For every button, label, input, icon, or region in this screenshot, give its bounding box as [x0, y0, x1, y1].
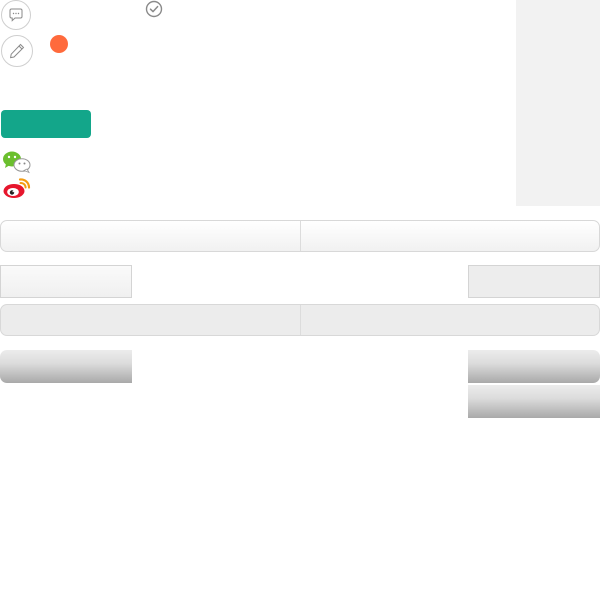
- speech-bubble-icon: [8, 7, 24, 23]
- side-panel: [516, 0, 600, 206]
- wechat-icon[interactable]: [2, 150, 32, 174]
- edit-button[interactable]: [1, 35, 33, 67]
- segment-right[interactable]: [299, 221, 600, 251]
- primary-action-button[interactable]: [1, 110, 91, 138]
- left-option-box[interactable]: [0, 265, 132, 298]
- check-circle-icon[interactable]: [145, 0, 163, 18]
- weibo-icon[interactable]: [2, 176, 32, 200]
- right-option-box[interactable]: [468, 265, 600, 298]
- left-gradient-button[interactable]: [0, 350, 132, 383]
- segmented-control-secondary: [0, 304, 600, 336]
- right-gradient-button-lower[interactable]: [468, 385, 600, 418]
- notification-dot: [50, 35, 68, 53]
- pencil-icon: [8, 42, 26, 60]
- right-gradient-button[interactable]: [468, 350, 600, 383]
- segmented-control: [0, 220, 600, 252]
- segment-left[interactable]: [1, 305, 300, 335]
- comment-button[interactable]: [1, 0, 31, 30]
- segment-left[interactable]: [1, 221, 300, 251]
- segment-right[interactable]: [299, 305, 600, 335]
